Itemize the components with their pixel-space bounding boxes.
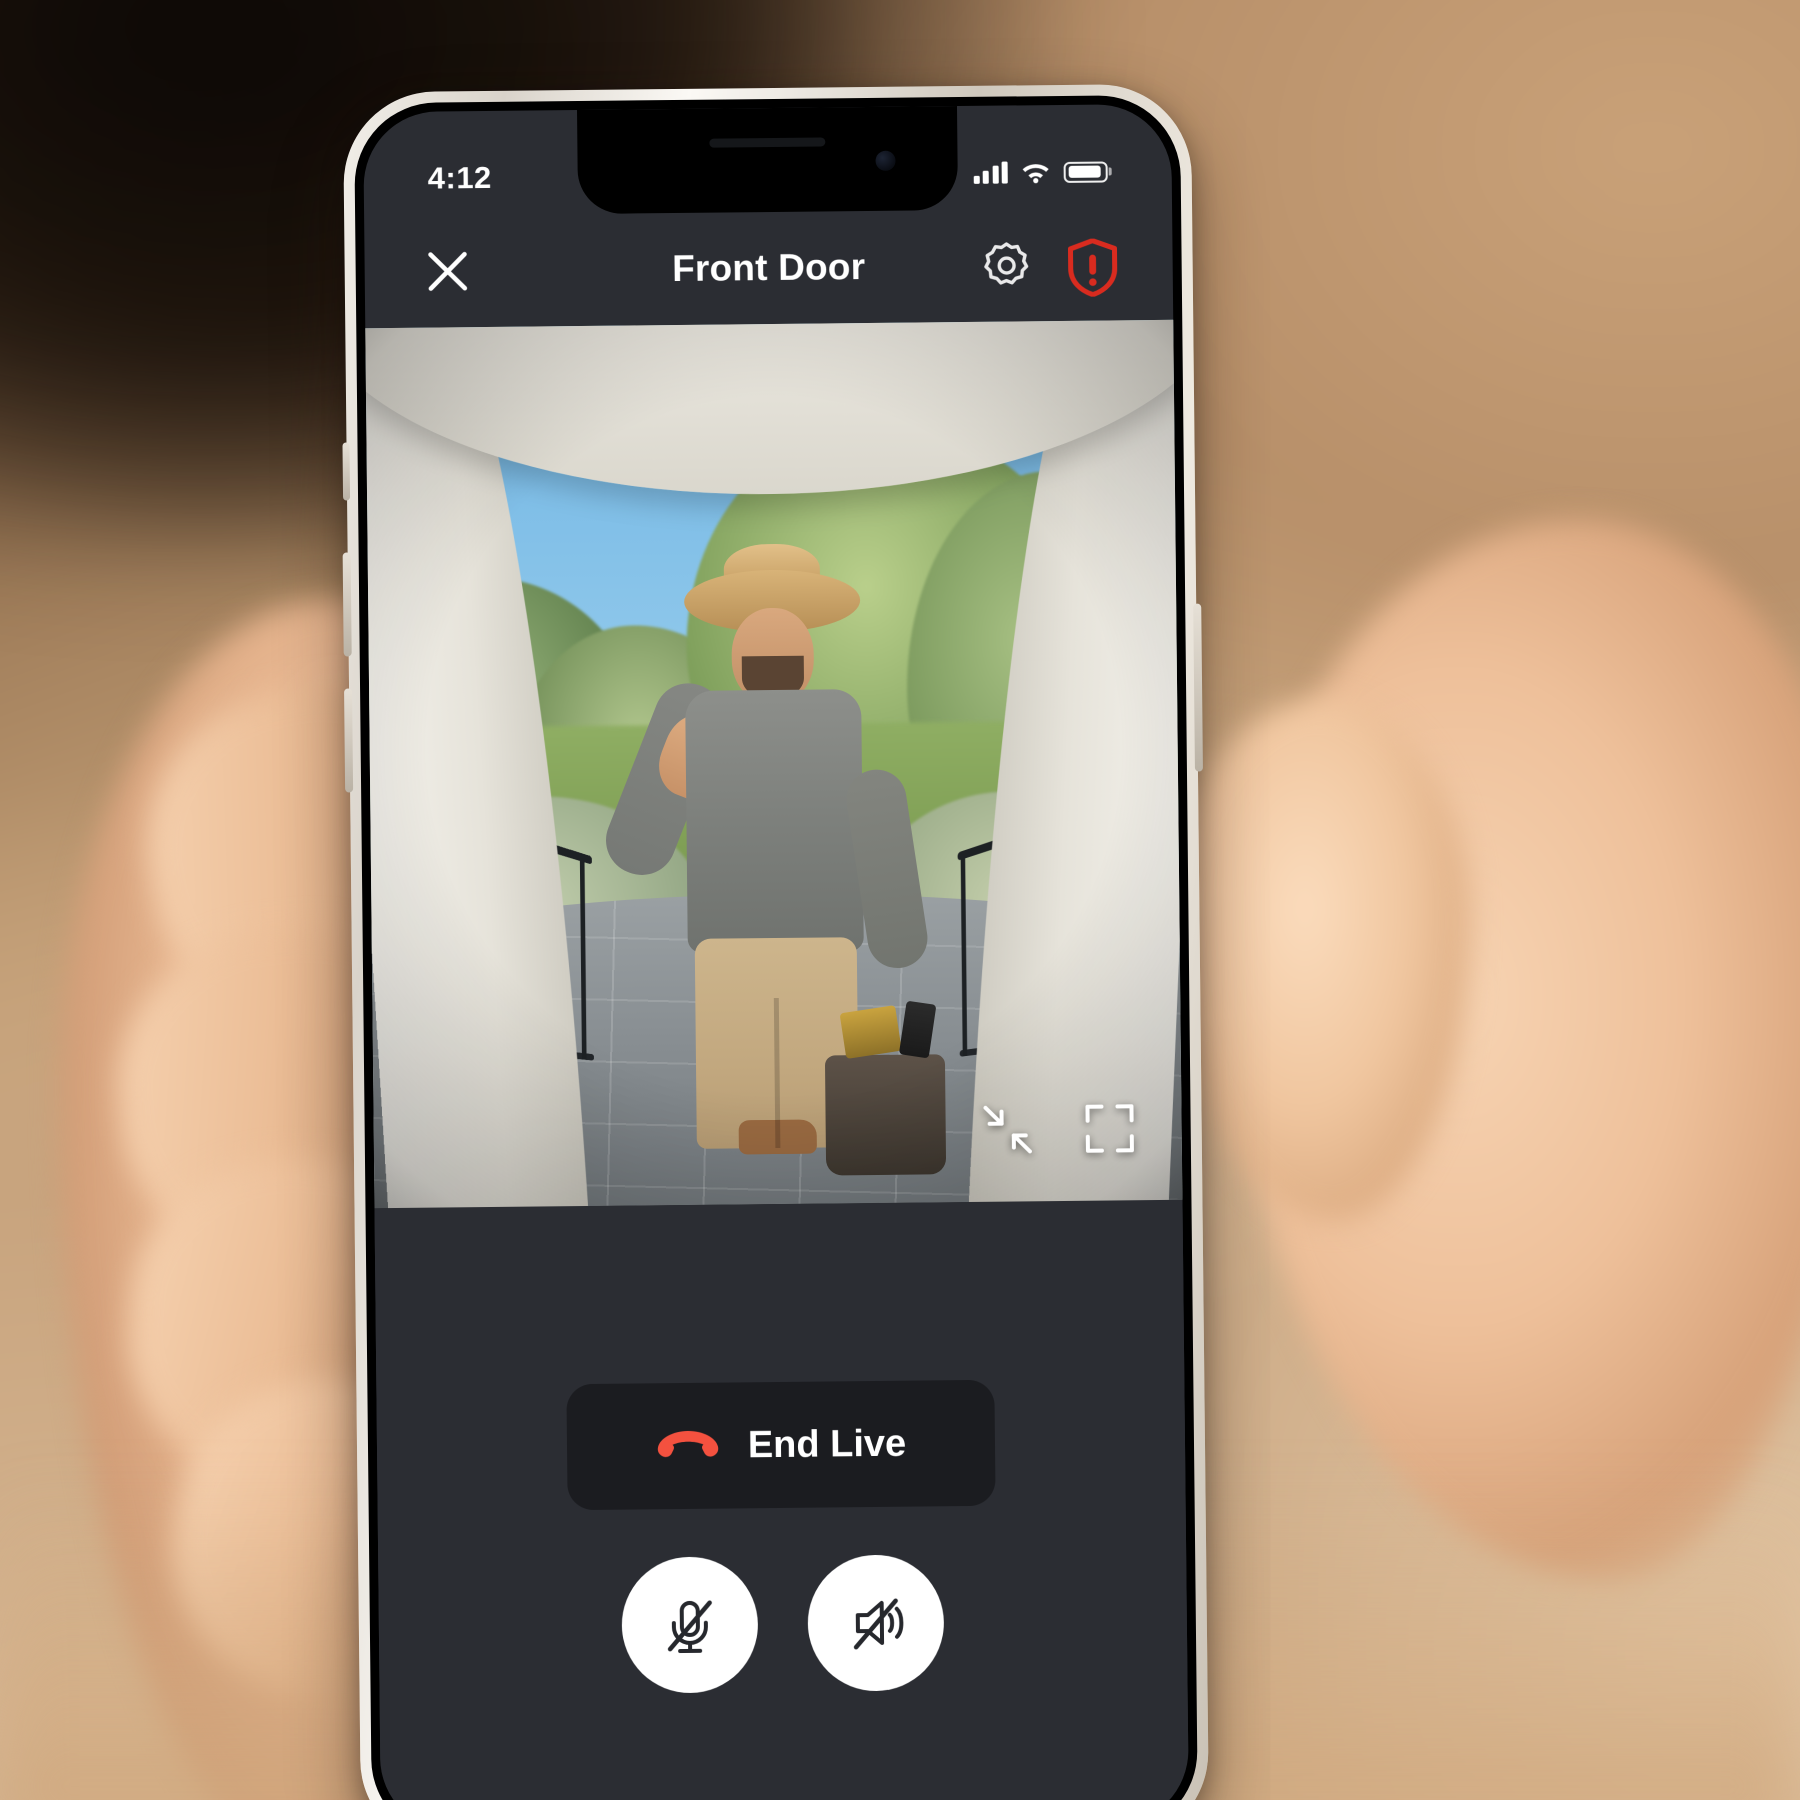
tool-bucket [825, 1054, 947, 1176]
cellular-signal-icon [973, 161, 1008, 184]
speaker-mute-button[interactable] [807, 1554, 945, 1692]
navigation-bar: Front Door [364, 208, 1173, 328]
battery-icon [1063, 160, 1108, 183]
call-controls-panel: End Live [374, 1199, 1189, 1800]
speaker-muted-icon [853, 1598, 904, 1650]
mute-switch[interactable] [342, 442, 351, 501]
wifi-icon [1022, 164, 1049, 184]
video-controls [979, 1100, 1138, 1158]
status-bar: 4:12 [363, 104, 1172, 216]
phone-hangup-icon [657, 1430, 719, 1458]
phone-screen: End Live Front Door 4:12 [363, 103, 1189, 1800]
microphone-muted-icon [667, 1600, 712, 1654]
end-live-label: End Live [747, 1422, 907, 1466]
fullscreen-icon[interactable] [1081, 1100, 1138, 1157]
phone-bezel: End Live Front Door 4:12 [353, 94, 1199, 1800]
status-indicators [973, 160, 1108, 184]
zoom-out-icon[interactable] [979, 1101, 1036, 1158]
microphone-mute-button[interactable] [621, 1556, 759, 1694]
close-button[interactable] [418, 242, 477, 301]
close-icon [428, 251, 468, 291]
end-live-button[interactable]: End Live [566, 1379, 996, 1511]
status-time: 4:12 [427, 159, 492, 196]
volume-up-button[interactable] [342, 552, 352, 657]
alarm-status-button[interactable] [1066, 238, 1119, 298]
volume-down-button[interactable] [344, 688, 354, 793]
navigation-actions [980, 238, 1119, 298]
shield-alert-icon [1067, 238, 1118, 298]
media-toggle-row [621, 1554, 945, 1694]
phone-device: End Live Front Door 4:12 [342, 83, 1210, 1800]
settings-button[interactable] [980, 239, 1033, 292]
live-video-feed[interactable] [365, 319, 1183, 1209]
gear-icon [984, 242, 1029, 285]
